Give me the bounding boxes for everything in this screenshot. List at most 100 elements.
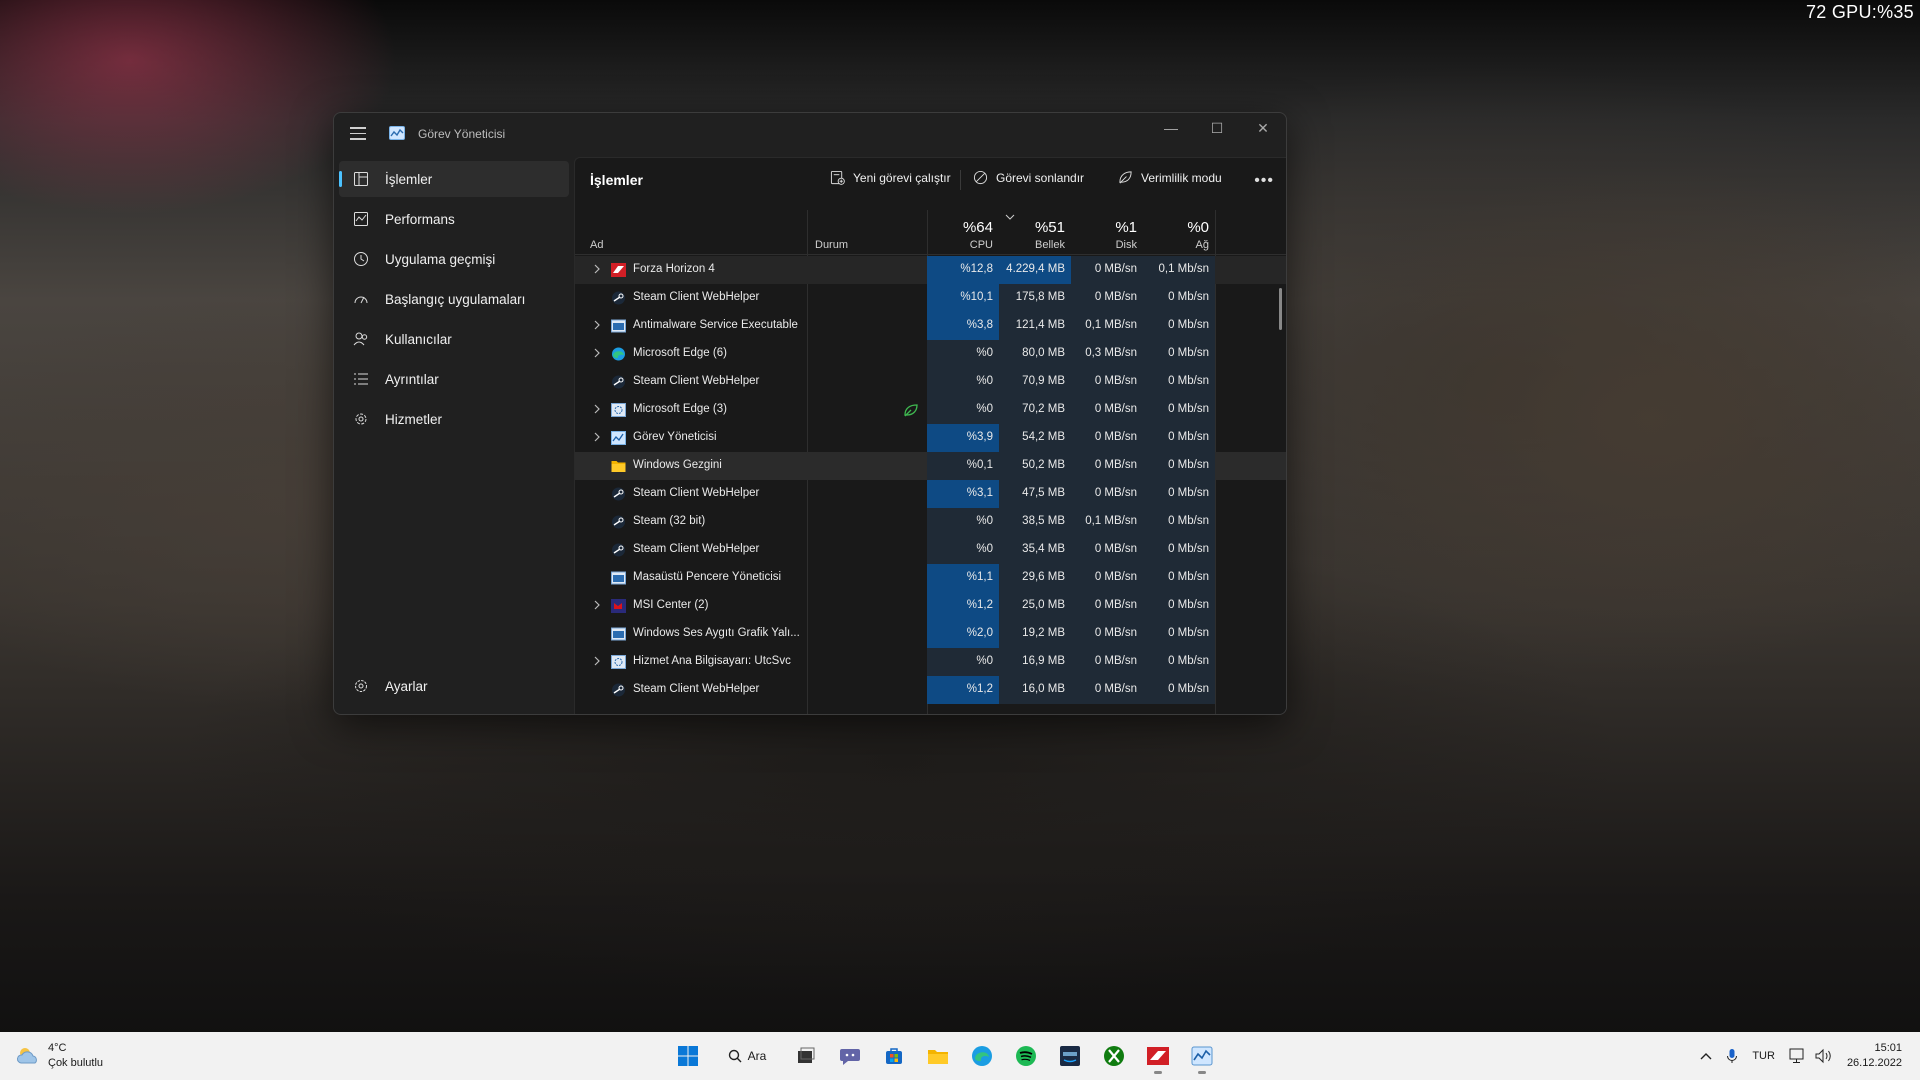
memory-cell: 19,2 MB [999,620,1071,648]
window-controls: — ☐ ✕ [1148,113,1286,143]
process-row[interactable]: Windows Gezgini %0,1 50,2 MB 0 MB/sn 0 Mb/sn [575,452,1286,480]
edge-browser-button[interactable] [962,1038,1002,1074]
task-manager-app-icon [389,126,405,140]
nav-item-users[interactable]: Kullanıcılar [339,321,569,357]
efficiency-mode-button[interactable]: Verimlilik modu [1118,170,1222,185]
more-options-button[interactable]: ••• [1254,172,1274,190]
run-new-task-button[interactable]: Yeni görevi çalıştır [830,170,951,185]
process-row[interactable]: Steam Client WebHelper %3,1 47,5 MB 0 MB/sn… [575,480,1286,508]
end-task-button[interactable]: Görevi sonlandır [973,170,1084,185]
task-manager-icon [1191,1046,1213,1066]
title-bar: Görev Yöneticisi — ☐ ✕ [334,113,1286,157]
chevron-right-icon[interactable] [592,600,602,610]
column-header-network[interactable]: %0 Ağ [1143,210,1215,255]
chevron-right-icon[interactable] [592,320,602,330]
column-header-status[interactable]: Durum [807,210,927,255]
task-manager-taskbar-button[interactable] [1182,1038,1222,1074]
process-name: Hizmet Ana Bilgisayarı: UtcSvc [633,655,791,667]
network-cell: 0 Mb/sn [1143,368,1215,396]
teams-chat-icon [840,1049,860,1065]
network-volume-button[interactable] [1789,1048,1833,1064]
toolbar: İşlemler Yeni görevi çalıştır Görevi son… [575,158,1286,202]
clock[interactable]: 15:01 26.12.2022 [1847,1041,1902,1071]
column-header-memory[interactable]: %51 Bellek [999,210,1071,255]
spotify-button[interactable] [1006,1038,1046,1074]
nav-item-settings[interactable]: Ayarlar [339,668,569,704]
column-header-name[interactable]: Ad [575,210,807,255]
process-row[interactable]: Masaüstü Pencere Yöneticisi %1,1 29,6 MB 0 … [575,564,1286,592]
task-view-icon [798,1047,815,1063]
taskbar-search[interactable]: Ara [712,1040,782,1072]
xbox-button[interactable] [1094,1038,1134,1074]
file-explorer-button[interactable] [918,1038,958,1074]
forza-horizon-button[interactable] [1138,1038,1178,1074]
column-label: Ad [590,239,604,251]
efficiency-mode-leaf-icon [904,404,918,417]
efficiency-label: Verimlilik modu [1141,170,1222,185]
network-cell: 0 Mb/sn [1143,676,1215,704]
task-view-button[interactable] [786,1038,826,1074]
settings-gear-icon [351,676,371,696]
chevron-right-icon[interactable] [592,348,602,358]
disk-cell: 0,1 MB/sn [1071,508,1143,536]
network-cell: 0 Mb/sn [1143,452,1215,480]
microphone-button[interactable] [1726,1048,1738,1064]
close-button[interactable]: ✕ [1240,113,1286,143]
chevron-right-icon[interactable] [592,432,602,442]
window-title: Görev Yöneticisi [418,127,506,141]
nav-item-app-history[interactable]: Uygulama geçmişi [339,241,569,277]
process-row[interactable]: Windows Ses Aygıtı Grafik Yalı... %2,0 19,… [575,620,1286,648]
column-header-disk[interactable]: %1 Disk [1071,210,1143,255]
start-button[interactable] [668,1038,708,1074]
process-name: Microsoft Edge (6) [633,347,727,359]
teams-chat-button[interactable] [830,1038,870,1074]
services-icon [351,409,371,429]
nav-item-performance[interactable]: Performans [339,201,569,237]
process-row[interactable]: Steam Client WebHelper %0 35,4 MB 0 MB/sn 0 … [575,536,1286,564]
store-app-button[interactable] [874,1038,914,1074]
minimize-button[interactable]: — [1148,113,1194,143]
chevron-right-icon[interactable] [592,656,602,666]
maximize-button[interactable]: ☐ [1194,113,1240,143]
process-row[interactable]: Antimalware Service Executable %3,8 121,4 … [575,312,1286,340]
column-header-cpu[interactable]: %64 CPU [927,210,999,255]
process-row[interactable]: Hizmet Ana Bilgisayarı: UtcSvc %0 16,9 MB 0… [575,648,1286,676]
process-name: Masaüstü Pencere Yöneticisi [633,571,782,583]
language-indicator[interactable]: TUR [1752,1050,1775,1062]
disk-cell: 0 MB/sn [1071,592,1143,620]
process-row[interactable]: Steam Client WebHelper %0 70,9 MB 0 MB/sn 0 … [575,368,1286,396]
gear-process-icon [611,403,626,417]
gear-process-icon [611,655,626,669]
sys-process-icon [611,319,626,333]
network-cell: 0 Mb/sn [1143,564,1215,592]
disk-cell: 0 MB/sn [1071,564,1143,592]
process-row[interactable]: Forza Horizon 4 %12,8 4.229,4 MB 0 MB/sn 0,1… [575,256,1286,284]
nav-label: Performans [385,211,455,227]
weather-widget[interactable]: 4°C Çok bulutlu [16,1041,103,1071]
prime-video-button[interactable] [1050,1038,1090,1074]
scrollbar-thumb[interactable] [1279,288,1282,330]
show-hidden-icons-button[interactable] [1700,1052,1712,1060]
process-name: Antimalware Service Executable [633,319,798,331]
steam-process-icon [611,683,626,697]
nav-item-details[interactable]: Ayrıntılar [339,361,569,397]
process-row[interactable]: Steam (32 bit) %0 38,5 MB 0,1 MB/sn 0 Mb/sn [575,508,1286,536]
process-row[interactable]: Microsoft Edge (3) %0 70,2 MB 0 MB/sn 0 Mb/s… [575,396,1286,424]
process-name: Windows Gezgini [633,459,722,471]
nav-item-startup-apps[interactable]: Başlangıç uygulamaları [339,281,569,317]
nav-item-services[interactable]: Hizmetler [339,401,569,437]
process-row[interactable]: Steam Client WebHelper %1,2 16,0 MB 0 MB/sn… [575,676,1286,704]
chevron-right-icon[interactable] [592,264,602,274]
nav-item-processes[interactable]: İşlemler [339,161,569,197]
clock-date: 26.12.2022 [1846,1057,1902,1069]
process-row[interactable]: Görev Yöneticisi %3,9 54,2 MB 0 MB/sn 0 Mb/s… [575,424,1286,452]
column-label: Ağ [1195,239,1209,251]
sys-process-icon [611,571,626,585]
process-row[interactable]: MSI Center (2) %1,2 25,0 MB 0 MB/sn 0 Mb/sn [575,592,1286,620]
hamburger-menu-icon[interactable] [350,127,366,141]
process-row[interactable]: Steam Client WebHelper %10,1 175,8 MB 0 MB/… [575,284,1286,312]
chevron-right-icon[interactable] [592,404,602,414]
process-row[interactable]: Microsoft Edge (6) %0 80,0 MB 0,3 MB/sn 0 Mb… [575,340,1286,368]
cpu-cell: %3,8 [927,312,999,340]
disk-cell: 0 MB/sn [1071,396,1143,424]
